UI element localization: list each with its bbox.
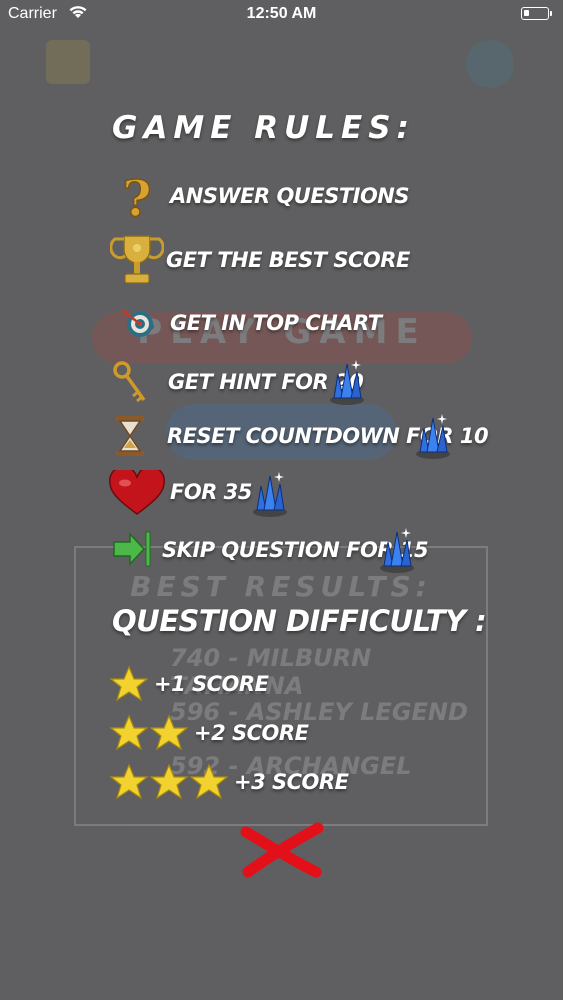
rule-extra-life: FOR 35	[170, 468, 252, 516]
star-icon	[110, 764, 148, 800]
svg-text:?: ?	[122, 172, 151, 224]
hourglass-icon	[116, 416, 144, 456]
battery-icon	[521, 7, 552, 20]
red-x-close-icon[interactable]	[240, 822, 324, 878]
difficulty-level-1: +1 SCORE	[110, 664, 269, 704]
close-button[interactable]	[240, 822, 324, 878]
trophy-icon	[110, 235, 164, 284]
rule-answer-questions: ANSWER QUESTIONS	[170, 172, 410, 220]
star-icon	[150, 715, 188, 751]
heart-icon	[109, 470, 165, 515]
difficulty-label: +3 SCORE	[234, 770, 349, 794]
blue-crystal-icon	[380, 528, 414, 573]
difficulty-label: +1 SCORE	[154, 672, 269, 696]
key-icon	[113, 361, 146, 403]
rule-label: ANSWER QUESTIONS	[170, 184, 410, 208]
clock: 12:50 AM	[246, 5, 317, 22]
status-bar: Carrier 12:50 AM	[0, 0, 563, 30]
difficulty-label: +2 SCORE	[194, 721, 309, 745]
target-icon	[121, 309, 153, 337]
star-icon	[190, 764, 228, 800]
skip-arrow-icon	[113, 531, 151, 567]
rule-best-score: GET THE BEST SCORE	[166, 236, 410, 284]
blue-crystal-icon	[416, 414, 450, 459]
rule-label: GET IN TOP CHART	[170, 311, 382, 335]
rule-label: FOR 35	[170, 480, 252, 504]
rule-label: GET THE BEST SCORE	[166, 248, 410, 272]
question-mark-icon: ?	[122, 172, 153, 224]
background-right-button	[466, 40, 514, 88]
star-icon	[110, 715, 148, 751]
background-left-button	[46, 40, 90, 84]
star-icon	[110, 666, 148, 702]
rule-top-chart: GET IN TOP CHART	[170, 299, 382, 347]
blue-crystal-icon	[253, 472, 287, 517]
game-rules-title: GAME RULES:	[112, 110, 415, 146]
blue-crystal-icon	[330, 360, 364, 405]
difficulty-level-3: +3 SCORE	[110, 762, 349, 802]
star-icon	[150, 764, 188, 800]
question-difficulty-title: QUESTION DIFFICULTY :	[112, 604, 487, 638]
difficulty-level-2: +2 SCORE	[110, 713, 309, 753]
background-results-title: BEST RESULTS:	[130, 570, 432, 603]
